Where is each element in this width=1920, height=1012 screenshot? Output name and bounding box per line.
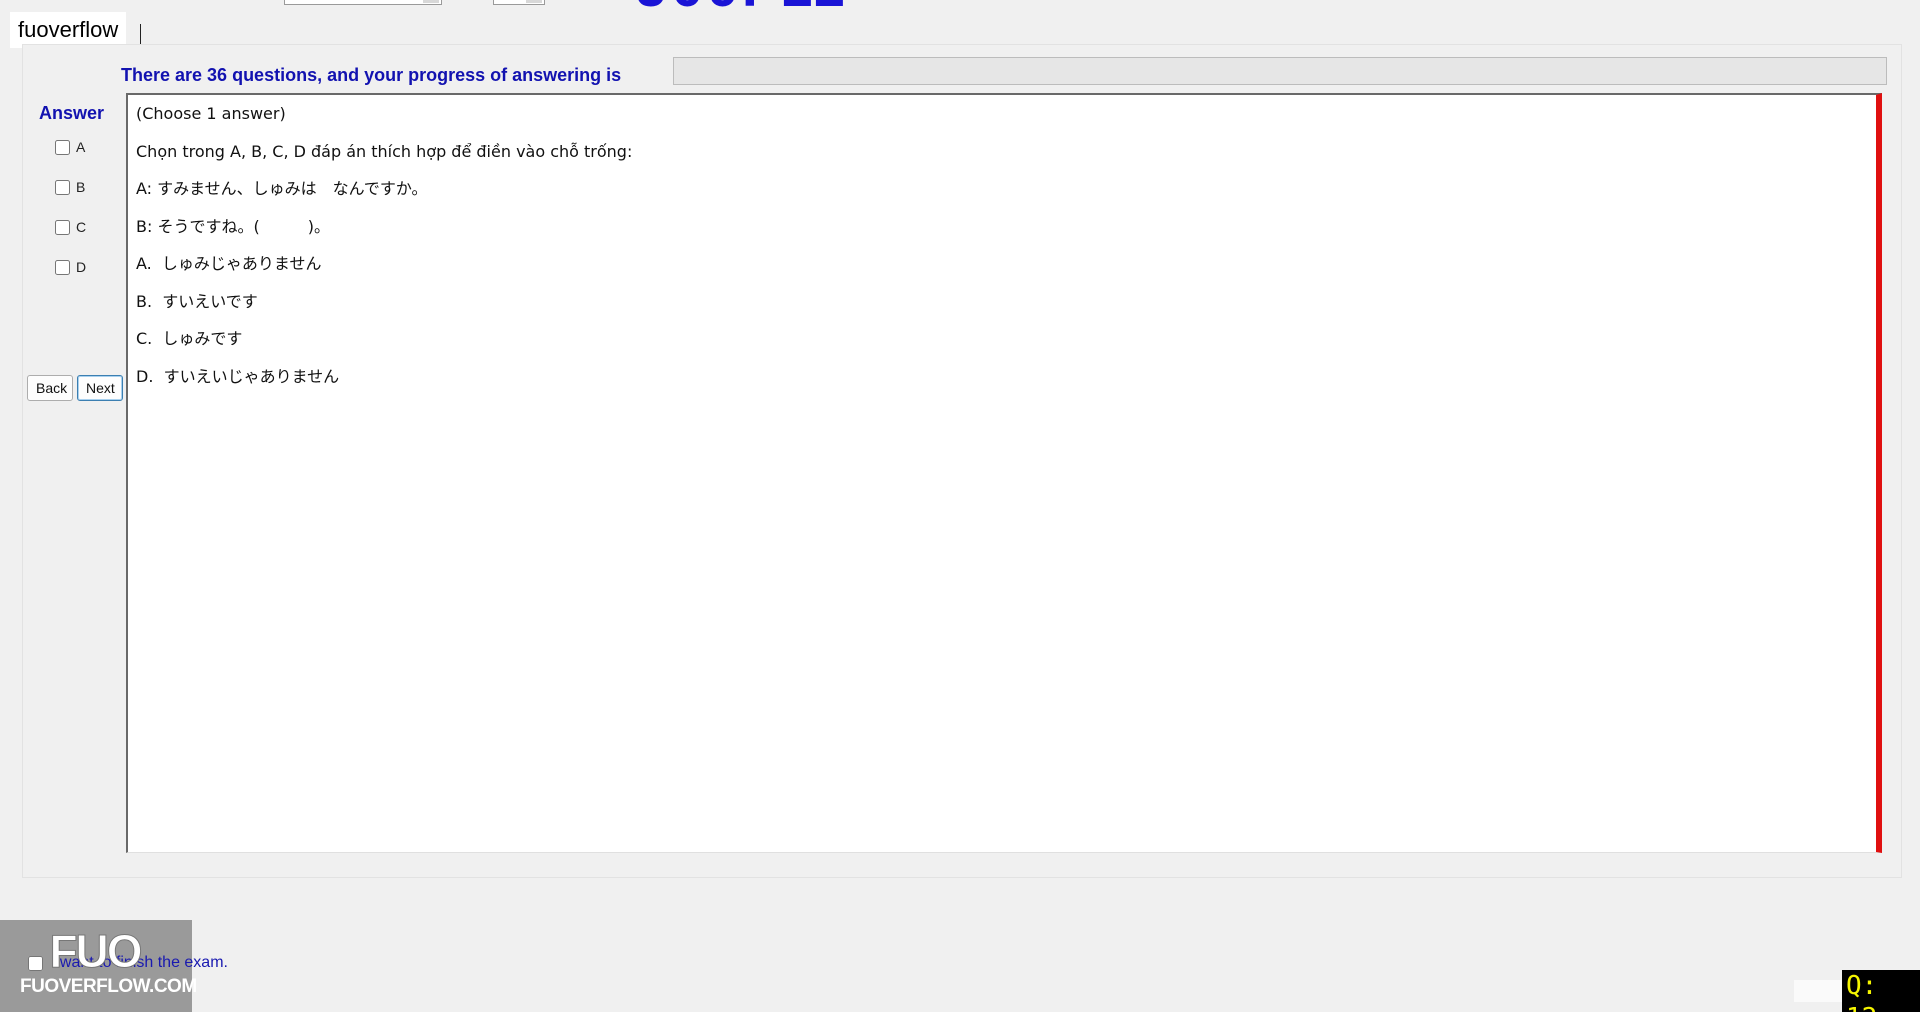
question-dialog-a: A: すみません、しゅみは なんですか。 — [136, 179, 428, 198]
answer-option-label: C — [76, 219, 87, 235]
finish-exam-label: I want to finish the exam. — [51, 954, 228, 971]
dropdown-arrow-icon — [526, 0, 542, 3]
text-cursor — [140, 24, 141, 44]
answer-checkbox-b[interactable] — [55, 179, 70, 195]
question-content: (Choose 1 answer) Chọn trong A, B, C, D … — [126, 93, 1882, 853]
answer-checkbox-a[interactable] — [55, 139, 70, 155]
question-choice-c: C. しゅみです — [136, 329, 243, 348]
answer-option-a[interactable]: A — [55, 139, 85, 155]
answer-option-d[interactable]: D — [55, 259, 86, 275]
question-choice-d: D. すいえいじゃありません — [136, 366, 340, 386]
answer-option-c[interactable]: C — [55, 219, 86, 235]
answer-option-label: D — [76, 259, 87, 275]
exam-panel: There are 36 questions, and your progres… — [22, 44, 1902, 878]
question-prompt: Chọn trong A, B, C, D đáp án thích hợp đ… — [136, 141, 633, 161]
exam-selector-dropdown[interactable] — [284, 0, 442, 5]
question-choice-b: B. すいえいです — [136, 291, 258, 311]
progress-bar — [673, 57, 1887, 85]
question-choice-a: A. しゅみじゃありません — [136, 254, 322, 273]
top-toolbar-partial: J00F11 — [0, 0, 1920, 44]
progress-label: There are 36 questions, and your progres… — [121, 65, 622, 85]
exam-code: J00F11 — [636, 0, 848, 16]
answer-checkbox-d[interactable] — [55, 259, 70, 275]
answer-option-label: B — [76, 179, 86, 195]
next-button[interactable]: Next — [77, 375, 123, 401]
answer-option-b[interactable]: B — [55, 179, 85, 195]
answer-option-label: A — [76, 139, 86, 155]
question-counter: Q: 12 — [1842, 970, 1920, 1012]
dropdown-arrow-icon — [423, 0, 439, 3]
back-button[interactable]: Back — [27, 375, 73, 401]
finish-exam-checkbox[interactable] — [28, 955, 43, 971]
font-size-dropdown[interactable] — [493, 0, 545, 5]
counter-spacer — [1794, 980, 1842, 1002]
answer-checkbox-c[interactable] — [55, 219, 70, 235]
question-dialog-b: B: そうですね。( )。 — [136, 216, 330, 236]
watermark-label: fuoverflow — [10, 12, 127, 48]
question-instruction: (Choose 1 answer) — [136, 104, 286, 123]
finish-exam-option[interactable]: I want to finish the exam. — [28, 954, 228, 972]
answer-title: Answer — [39, 103, 105, 123]
